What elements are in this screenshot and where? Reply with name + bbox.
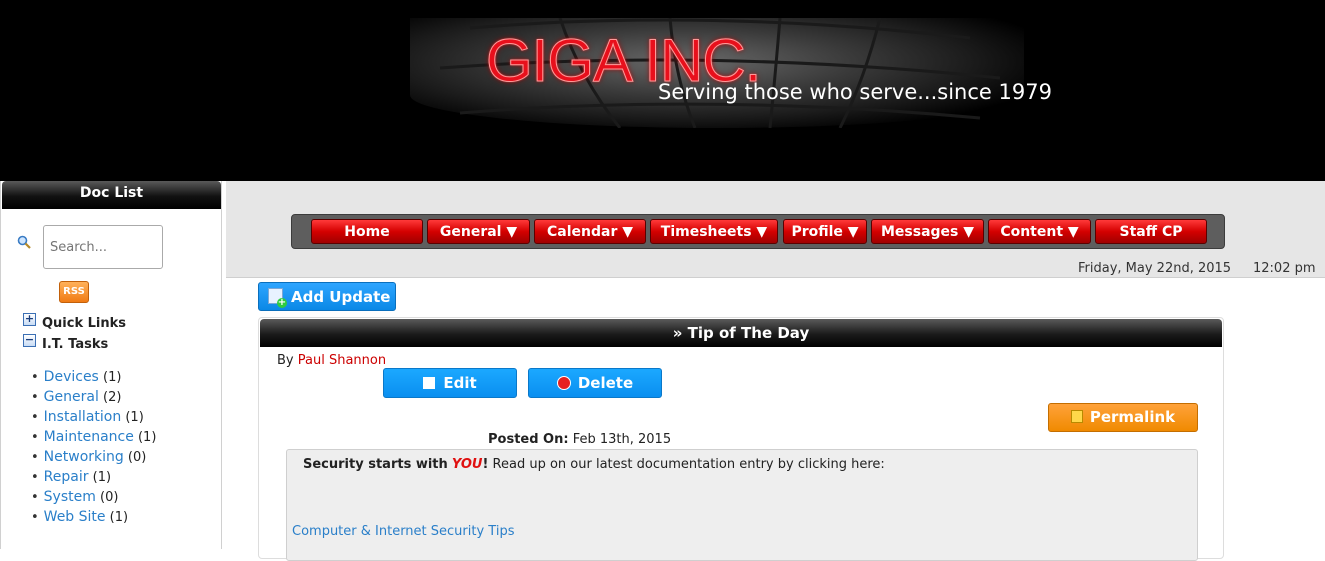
category-count: (1) bbox=[125, 410, 144, 425]
top-band: Home General ▼ Calendar ▼ Timesheets ▼ P… bbox=[226, 181, 1325, 278]
by-label: By bbox=[277, 353, 294, 368]
delete-icon bbox=[556, 376, 571, 390]
nav-calendar[interactable]: Calendar ▼ bbox=[534, 219, 646, 244]
tip-of-the-day-panel: » Tip of The Day By Paul Shannon Edit De… bbox=[258, 317, 1224, 561]
category-link-web-site[interactable]: Web Site bbox=[44, 509, 106, 525]
current-time: 12:02 pm bbox=[1253, 261, 1316, 276]
search-input[interactable] bbox=[43, 225, 163, 269]
permalink-icon bbox=[1070, 410, 1083, 423]
nav-profile[interactable]: Profile ▼ bbox=[783, 219, 867, 244]
category-count: (1) bbox=[137, 430, 157, 445]
nav-general[interactable]: General ▼ bbox=[427, 219, 530, 244]
add-update-label: Add Update bbox=[291, 288, 391, 306]
list-item: Networking (0) bbox=[31, 447, 156, 467]
body-rest: Read up on our latest documentation entr… bbox=[488, 457, 885, 472]
body-prefix: Security starts with bbox=[303, 457, 448, 472]
tree-item-quick-links[interactable]: Quick Links bbox=[42, 316, 126, 331]
plus-icon[interactable]: + bbox=[23, 313, 36, 326]
edit-icon bbox=[423, 377, 436, 389]
category-count: (1) bbox=[103, 370, 122, 385]
category-link-repair[interactable]: Repair bbox=[44, 469, 89, 485]
nav-staff-cp[interactable]: Staff CP bbox=[1095, 219, 1207, 244]
category-link-general[interactable]: General bbox=[44, 389, 99, 405]
tree-item-it-tasks[interactable]: I.T. Tasks bbox=[42, 337, 108, 352]
nav-content[interactable]: Content ▼ bbox=[988, 219, 1091, 244]
sidebar-title: Doc List bbox=[2, 181, 221, 209]
list-item: Installation (1) bbox=[31, 407, 156, 427]
nav-messages[interactable]: Messages ▼ bbox=[871, 219, 984, 244]
add-update-button[interactable]: Add Update bbox=[258, 282, 396, 311]
category-count: (0) bbox=[100, 490, 119, 505]
category-link-networking[interactable]: Networking bbox=[44, 449, 124, 465]
body-emphasis: YOU bbox=[451, 457, 483, 472]
site-header: GIGA INC. Serving those who serve...sinc… bbox=[0, 0, 1325, 181]
byline: By Paul Shannon bbox=[277, 353, 386, 368]
category-link-system[interactable]: System bbox=[44, 489, 96, 505]
list-item: Maintenance (1) bbox=[31, 427, 157, 447]
add-document-icon bbox=[268, 288, 287, 308]
category-list: Devices (1) General (2) Installation (1)… bbox=[31, 367, 157, 527]
minus-icon[interactable]: − bbox=[23, 334, 36, 347]
delete-label: Delete bbox=[577, 374, 634, 392]
category-count: (1) bbox=[92, 470, 112, 485]
author-name[interactable]: Paul Shannon bbox=[298, 353, 386, 368]
list-item: Web Site (1) bbox=[31, 507, 156, 527]
current-date: Friday, May 22nd, 2015 bbox=[1078, 261, 1232, 276]
list-item: System (0) bbox=[31, 487, 156, 507]
list-item: Devices (1) bbox=[31, 367, 156, 387]
list-item: Repair (1) bbox=[31, 467, 156, 487]
permalink-button[interactable]: Permalink bbox=[1048, 403, 1198, 432]
nav-timesheets[interactable]: Timesheets ▼ bbox=[650, 219, 778, 244]
edit-label: Edit bbox=[443, 374, 477, 392]
site-tagline: Serving those who serve...since 1979 bbox=[658, 80, 1052, 104]
permalink-label: Permalink bbox=[1089, 408, 1176, 426]
category-link-maintenance[interactable]: Maintenance bbox=[44, 429, 134, 445]
posted-label: Posted On: bbox=[488, 432, 569, 447]
delete-button[interactable]: Delete bbox=[528, 368, 662, 398]
security-tips-link[interactable]: Computer & Internet Security Tips bbox=[292, 524, 514, 539]
posted-on: Posted On: Feb 13th, 2015 bbox=[488, 432, 671, 447]
list-item: General (2) bbox=[31, 387, 156, 407]
category-count: (2) bbox=[103, 390, 122, 405]
category-count: (1) bbox=[109, 510, 129, 525]
category-count: (0) bbox=[127, 450, 147, 465]
main-nav: Home General ▼ Calendar ▼ Timesheets ▼ P… bbox=[291, 214, 1225, 249]
search-icon[interactable] bbox=[17, 235, 31, 249]
category-link-installation[interactable]: Installation bbox=[44, 409, 122, 425]
rss-icon[interactable]: RSS bbox=[59, 281, 89, 303]
category-link-devices[interactable]: Devices bbox=[44, 369, 99, 385]
nav-home[interactable]: Home bbox=[311, 219, 423, 244]
posted-date: Feb 13th, 2015 bbox=[572, 432, 672, 447]
doc-list-sidebar: Doc List RSS + Quick Links − I.T. Tasks … bbox=[0, 181, 222, 549]
post-body-text: Security starts with YOU! Read up on our… bbox=[303, 457, 885, 472]
panel-title: » Tip of The Day bbox=[260, 319, 1222, 347]
edit-button[interactable]: Edit bbox=[383, 368, 517, 398]
post-body: Security starts with YOU! Read up on our… bbox=[286, 449, 1198, 561]
